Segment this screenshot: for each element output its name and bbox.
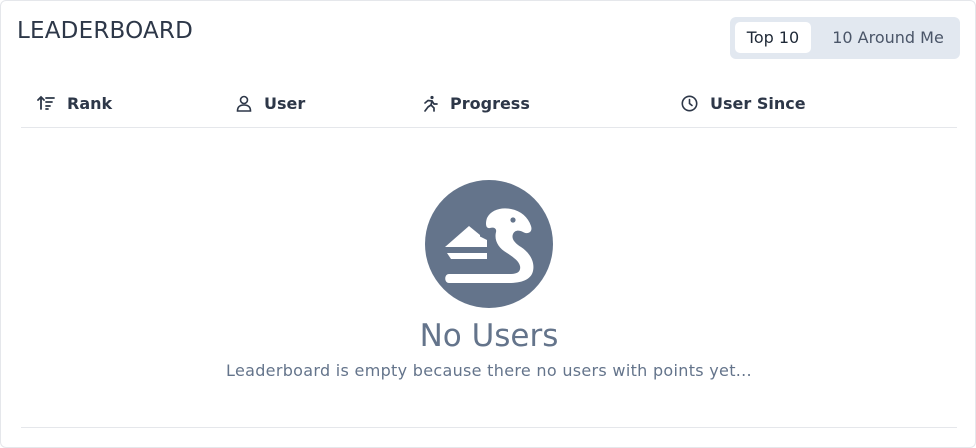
- column-header-rank[interactable]: Rank: [37, 93, 112, 113]
- leaderboard-card: LEADERBOARD Top 10 10 Around Me Rank Use…: [0, 0, 976, 448]
- column-label-user: User: [264, 93, 306, 113]
- column-label-user-since: User Since: [710, 93, 806, 113]
- column-header-user-since[interactable]: User Since: [681, 93, 806, 113]
- sort-ascending-icon: [37, 95, 55, 110]
- page-title: LEADERBOARD: [17, 18, 194, 44]
- dragon-icon: [425, 180, 553, 308]
- empty-state-title: No Users: [419, 318, 559, 354]
- table-footer-divider: [21, 427, 957, 428]
- around-me-button[interactable]: 10 Around Me: [818, 22, 958, 53]
- table-header: Rank User Progress User Since: [21, 83, 957, 128]
- clock-icon: [681, 95, 698, 111]
- column-label-rank: Rank: [67, 93, 113, 113]
- column-header-user[interactable]: User: [236, 93, 305, 113]
- column-label-progress: Progress: [450, 93, 530, 113]
- top-10-button[interactable]: Top 10: [735, 22, 811, 53]
- running-person-icon: [424, 95, 438, 112]
- view-toggle: Top 10 10 Around Me: [730, 17, 960, 59]
- empty-state-description: Leaderboard is empty because there no us…: [226, 361, 752, 380]
- column-header-progress[interactable]: Progress: [423, 93, 530, 113]
- user-icon: [236, 95, 252, 112]
